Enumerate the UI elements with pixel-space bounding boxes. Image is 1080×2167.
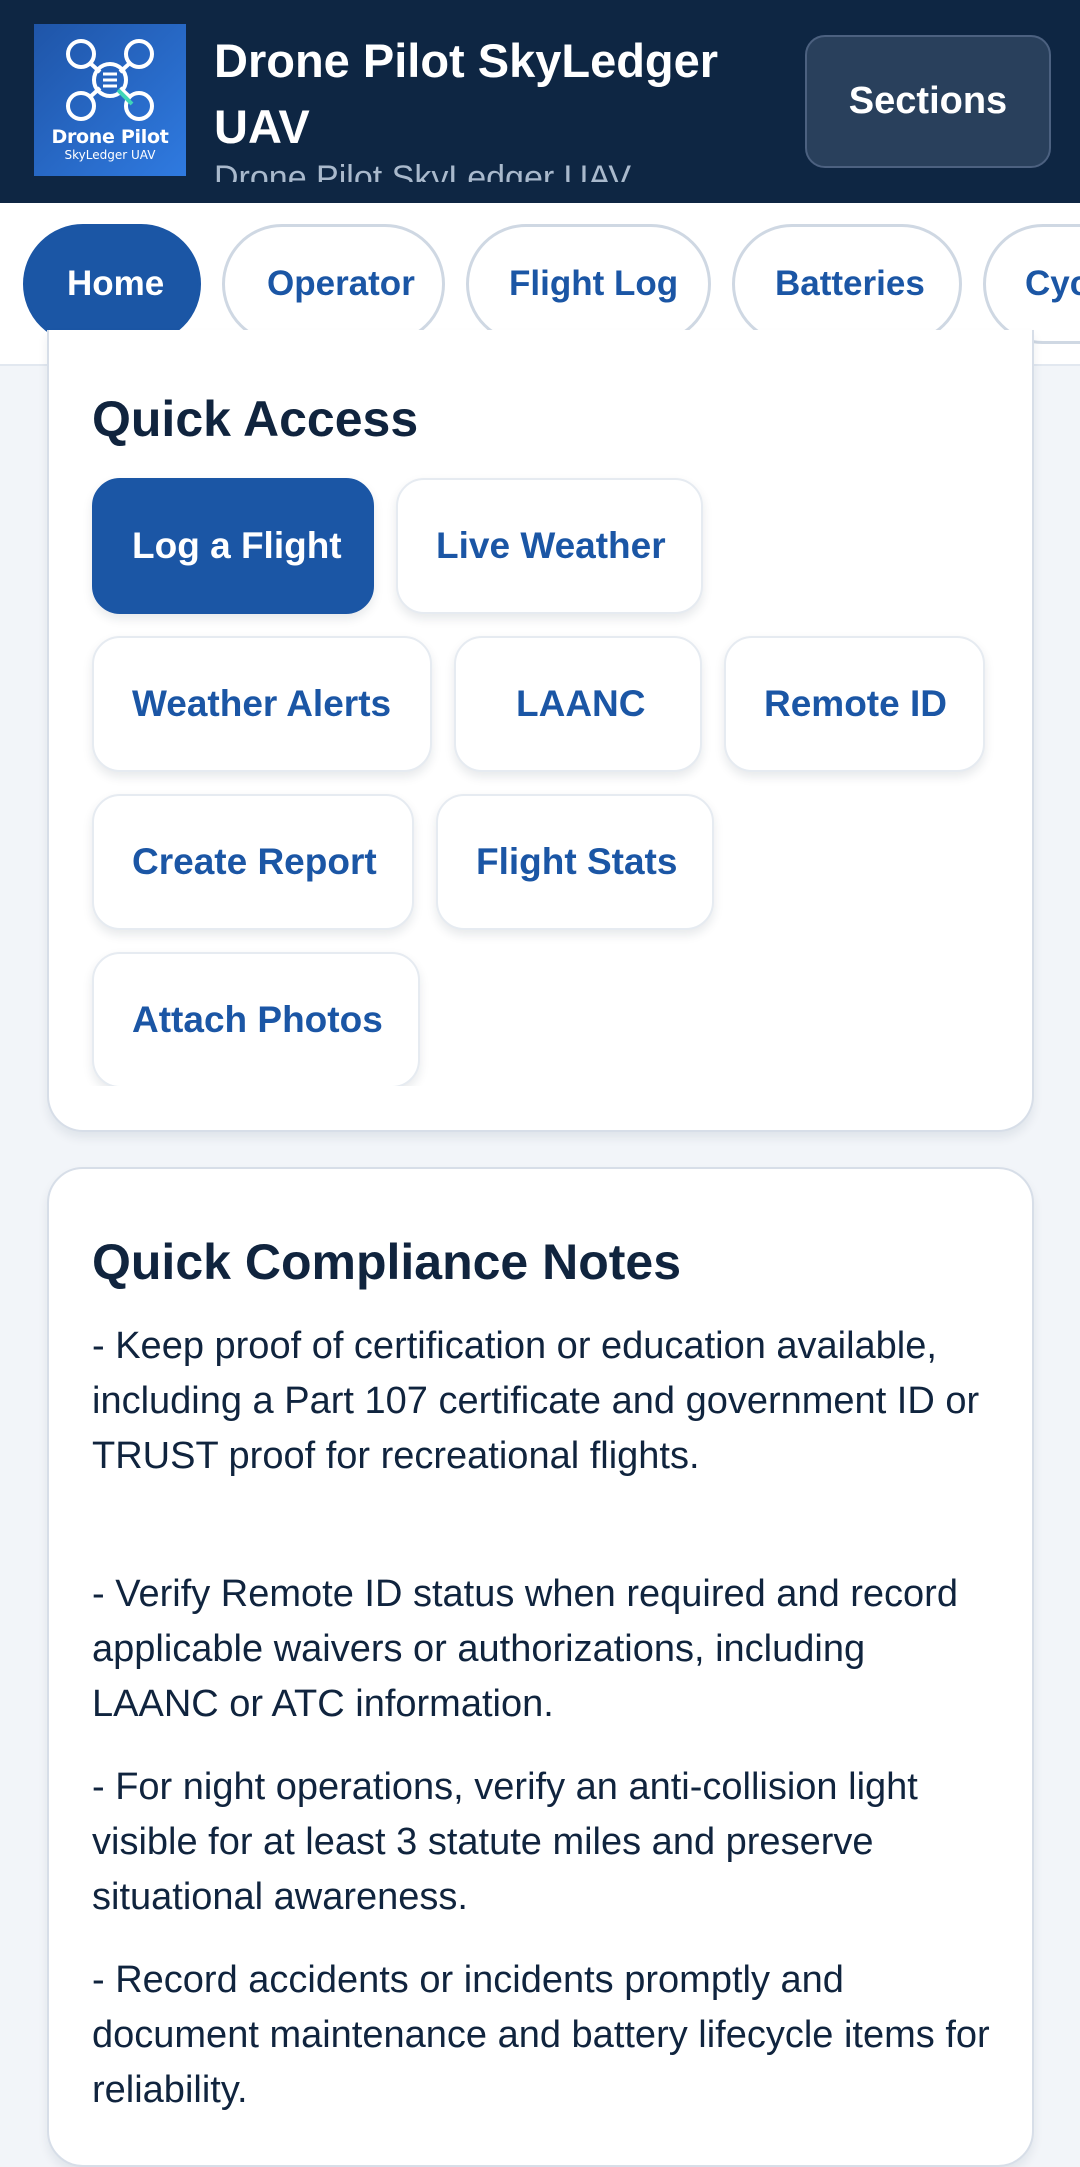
app-header: Drone Pilot SkyLedger UAV Drone Pilot Sk… xyxy=(0,0,1080,203)
logo-text-primary: Drone Pilot xyxy=(51,126,169,148)
compliance-notes-card: Quick Compliance Notes - Keep proof of c… xyxy=(47,1167,1034,2167)
logo-text-secondary: SkyLedger UAV xyxy=(64,148,156,162)
laanc-button[interactable]: LAANC xyxy=(454,636,702,772)
tab-home[interactable]: Home xyxy=(23,224,201,344)
remote-id-button[interactable]: Remote ID xyxy=(724,636,985,772)
tab-batteries[interactable]: Batteries xyxy=(732,224,962,344)
compliance-note: - Keep proof of certification or educati… xyxy=(92,1325,980,1477)
compliance-note: - For night operations, verify an anti-c… xyxy=(92,1766,918,1918)
compliance-note: - Verify Remote ID status when required … xyxy=(92,1573,958,1725)
app-title: Drone Pilot SkyLedger UAV xyxy=(214,34,719,153)
tab-flight-log[interactable]: Flight Log xyxy=(466,224,711,344)
sections-button[interactable]: Sections xyxy=(805,35,1051,168)
tab-operator[interactable]: Operator xyxy=(222,224,445,344)
live-weather-button[interactable]: Live Weather xyxy=(396,478,703,614)
app-logo: Drone Pilot SkyLedger UAV xyxy=(34,24,186,176)
app-subtitle: Drone Pilot SkyLedger UAV xyxy=(214,159,632,182)
compliance-note: - Record accidents or incidents promptly… xyxy=(92,1959,990,2111)
weather-alerts-button[interactable]: Weather Alerts xyxy=(92,636,432,772)
app-subtitle-container: Drone Pilot SkyLedger UAV xyxy=(214,158,774,182)
quick-access-card: Quick Access Log a Flight Live Weather W… xyxy=(47,330,1034,1132)
create-report-button[interactable]: Create Report xyxy=(92,794,414,930)
attach-photos-button[interactable]: Attach Photos xyxy=(92,952,420,1086)
tab-cycles[interactable]: Cycles xyxy=(983,224,1080,344)
log-flight-button[interactable]: Log a Flight xyxy=(92,478,374,614)
flight-stats-button[interactable]: Flight Stats xyxy=(436,794,714,930)
compliance-notes-title: Quick Compliance Notes xyxy=(92,1234,682,1290)
quick-access-buttons: Log a Flight Live Weather Weather Alerts… xyxy=(49,330,1036,1086)
